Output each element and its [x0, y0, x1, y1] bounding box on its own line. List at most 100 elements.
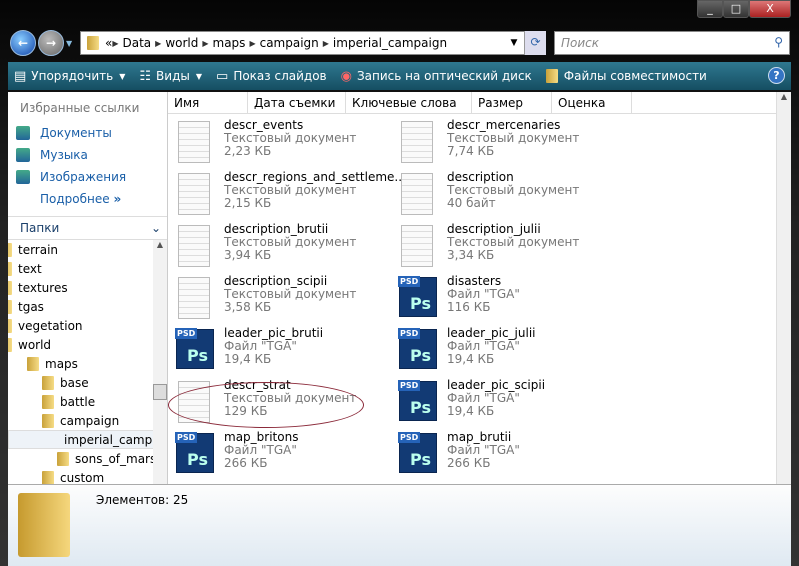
file-item[interactable]: PSD Ps leader_pic_brutii Файл "TGA" 19,4 КБ	[174, 327, 397, 379]
tree-item[interactable]: campaign	[8, 411, 167, 430]
file-item[interactable]: description_scipii Текстовый документ 3,58…	[174, 275, 397, 327]
tree-item-label: maps	[45, 356, 78, 371]
search-input[interactable]: Поиск ⚲	[554, 31, 790, 55]
maximize-button[interactable]: □	[723, 0, 749, 18]
tree-item[interactable]: tgas	[8, 297, 167, 316]
more-label: Подробнее	[40, 192, 110, 206]
organize-label: Упорядочить	[31, 69, 114, 83]
back-button[interactable]: ←	[10, 30, 36, 56]
breadcrumb-separator[interactable]: ▶	[202, 39, 208, 48]
more-link[interactable]: Подробнее »	[8, 188, 167, 210]
file-item[interactable]: PSD Ps leader_pic_julii Файл "TGA" 19,4 КБ	[397, 327, 620, 379]
text-document-icon	[401, 173, 433, 215]
scroll-thumb[interactable]	[153, 384, 167, 400]
breadcrumb-separator[interactable]: ▶	[323, 39, 329, 48]
tree-item[interactable]: battle	[8, 392, 167, 411]
breadcrumb-item[interactable]: world	[165, 36, 198, 50]
link-label: Изображения	[40, 170, 127, 184]
recent-pages-dropdown[interactable]: ▼	[66, 39, 72, 48]
column-header[interactable]: Ключевые слова	[346, 92, 472, 113]
favorite-music[interactable]: Музыка	[8, 144, 167, 166]
tree-item[interactable]: imperial_campaign	[8, 430, 167, 449]
column-header[interactable]: Имя	[168, 92, 248, 113]
favorite-documents[interactable]: Документы	[8, 122, 167, 144]
file-list-scrollbar[interactable]: ▲	[776, 92, 791, 484]
file-item[interactable]: PSD Ps disasters Файл "TGA" 116 КБ	[397, 275, 620, 327]
tree-scrollbar[interactable]: ▲▼	[153, 240, 167, 484]
file-item[interactable]: PSD Ps map_brutii Файл "TGA" 266 КБ	[397, 431, 620, 483]
tree-item-label: custom	[60, 470, 105, 485]
file-size: 19,4 КБ	[447, 352, 495, 366]
file-item[interactable]: PSD Ps leader_pic_scipii Файл "TGA" 19,4 КБ	[397, 379, 620, 431]
tree-item[interactable]: textures	[8, 278, 167, 297]
favorite-pictures[interactable]: Изображения	[8, 166, 167, 188]
details-pane: Элементов: 25	[8, 484, 791, 566]
breadcrumb-separator[interactable]: ▶	[249, 39, 255, 48]
file-size: 3,94 КБ	[224, 248, 272, 262]
help-button[interactable]: ?	[768, 67, 785, 84]
views-button[interactable]: ☷ Виды ▼	[139, 69, 202, 84]
column-header[interactable]: Размер	[472, 92, 552, 113]
file-size: 3,58 КБ	[224, 300, 272, 314]
breadcrumb-separator[interactable]: ▶	[155, 39, 161, 48]
forward-button[interactable]: →	[38, 30, 64, 56]
column-header[interactable]: Оценка	[552, 92, 632, 113]
breadcrumb-separator[interactable]: ▶	[112, 39, 118, 48]
tree-item[interactable]: world	[8, 335, 167, 354]
file-size: 2,23 КБ	[224, 144, 272, 158]
pictures-icon	[16, 170, 30, 184]
tree-item[interactable]: vegetation	[8, 316, 167, 335]
file-item[interactable]: description_brutii Текстовый документ 3,94…	[174, 223, 397, 275]
text-document-icon	[178, 277, 210, 319]
breadcrumb-item[interactable]: imperial_campaign	[333, 36, 447, 50]
burn-button[interactable]: ◉ Запись на оптический диск	[341, 69, 532, 84]
breadcrumb-item[interactable]: Data	[123, 36, 152, 50]
folder-icon	[8, 242, 12, 257]
tree-item[interactable]: custom	[8, 468, 167, 484]
tree-item-label: terrain	[18, 242, 59, 257]
tree-item-label: battle	[60, 394, 96, 409]
refresh-button[interactable]: ⟳	[524, 31, 546, 55]
tree-item[interactable]: maps	[8, 354, 167, 373]
address-bar[interactable]: « ▶ Data ▶ world ▶ maps ▶ campaign ▶ imperial_cam…	[80, 31, 546, 55]
compat-files-button[interactable]: Файлы совместимости	[545, 69, 707, 83]
file-item[interactable]: descr_mercenaries Текстовый документ 7,74 …	[397, 119, 620, 171]
column-header[interactable]: Дата съемки	[248, 92, 346, 113]
breadcrumb-item[interactable]: campaign	[260, 36, 319, 50]
folder-icon	[27, 356, 39, 371]
text-document-icon	[178, 173, 210, 215]
organize-button[interactable]: ▤ Упорядочить ▼	[14, 69, 125, 84]
file-item[interactable]: descr_regions_and_settleme... Текстовый д…	[174, 171, 406, 223]
breadcrumb-item[interactable]: maps	[213, 36, 246, 50]
close-button[interactable]: X	[749, 0, 791, 18]
folder-icon	[42, 470, 54, 484]
address-dropdown-icon[interactable]: ▼	[505, 38, 523, 48]
slideshow-label: Показ слайдов	[233, 69, 327, 83]
address-overflow[interactable]: «	[105, 36, 112, 50]
disc-icon: ◉	[340, 68, 352, 84]
folder-icon	[8, 318, 12, 333]
tree-item-label: tgas	[18, 299, 44, 314]
file-size: 116 КБ	[447, 300, 491, 314]
slideshow-icon: ▭	[216, 68, 229, 84]
folder-icon	[8, 299, 12, 314]
slideshow-button[interactable]: ▭ Показ слайдов	[216, 69, 327, 84]
command-bar: ▤ Упорядочить ▼ ☷ Виды ▼ ▭ Показ слайдов ◉ Зап…	[8, 62, 791, 90]
search-icon[interactable]: ⚲	[774, 35, 783, 49]
burn-label: Запись на оптический диск	[356, 69, 532, 83]
tree-item[interactable]: sons_of_mars	[8, 449, 167, 468]
link-label: Документы	[40, 126, 112, 140]
photoshop-file-icon: PSD Ps	[398, 276, 437, 317]
file-item[interactable]: descr_events Текстовый документ 2,23 КБ	[174, 119, 397, 171]
tree-item[interactable]: terrain	[8, 240, 167, 259]
navigation-buttons: ← → ▼	[10, 30, 72, 56]
file-item[interactable]: description_julii Текстовый документ 3,34 …	[397, 223, 620, 275]
folder-icon	[42, 394, 54, 409]
file-item[interactable]: description Текстовый документ 40 байт	[397, 171, 620, 223]
tree-item[interactable]: text	[8, 259, 167, 278]
folders-header[interactable]: Папки ⌄	[8, 216, 167, 240]
minimize-button[interactable]: _	[697, 0, 723, 18]
file-item[interactable]: PSD Ps map_britons Файл "TGA" 266 КБ	[174, 431, 397, 483]
documents-icon	[16, 126, 30, 140]
tree-item[interactable]: base	[8, 373, 167, 392]
